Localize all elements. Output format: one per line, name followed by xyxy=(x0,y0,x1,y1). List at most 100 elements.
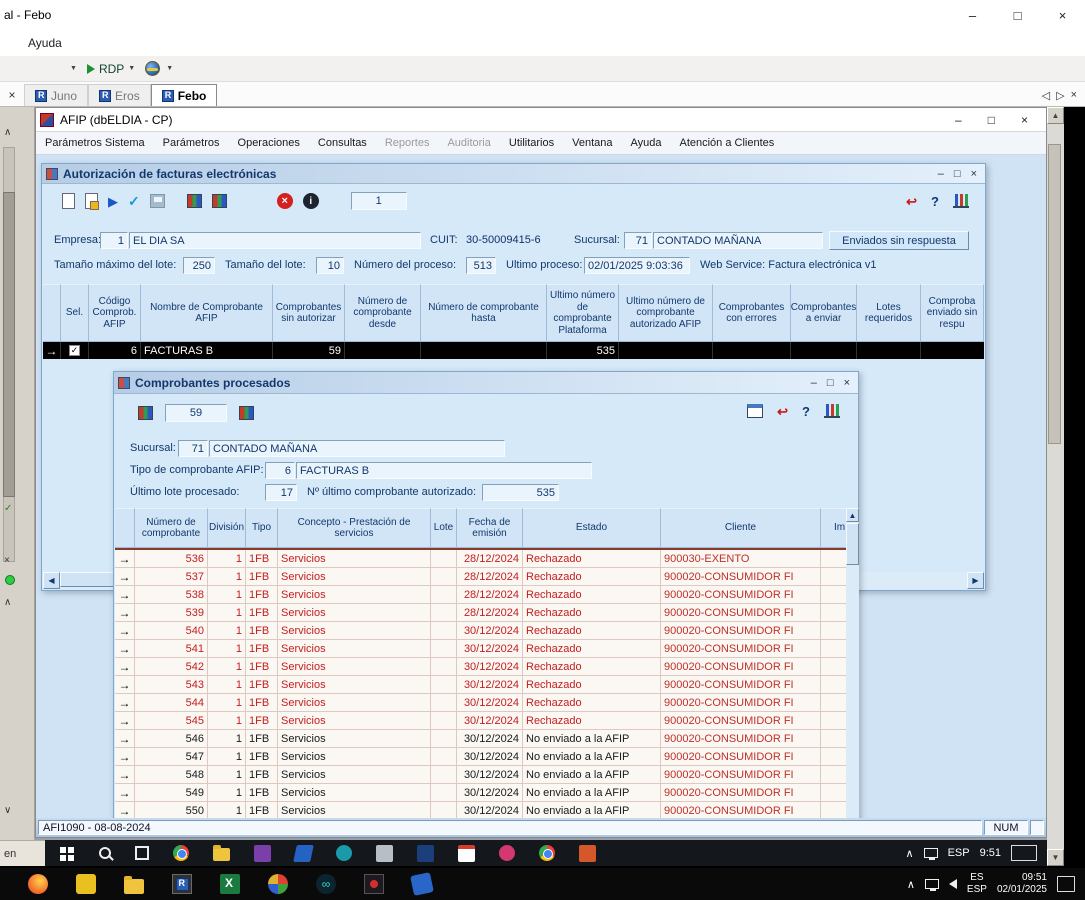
new-doc-icon[interactable] xyxy=(62,193,75,209)
table-row[interactable]: → 536 1 1FB Servicios 28/12/2024 Rechaza… xyxy=(115,550,859,568)
close-button[interactable]: × xyxy=(1040,0,1085,30)
rdp-client-icon-active[interactable] xyxy=(172,874,192,894)
network-icon[interactable] xyxy=(925,879,939,889)
info-icon[interactable]: i xyxy=(303,193,319,209)
sucursal-code-field[interactable]: 71 xyxy=(624,232,652,249)
scroll-down-button[interactable]: ▼ xyxy=(1047,849,1064,866)
close-panel-button[interactable]: × xyxy=(0,84,24,106)
afip-close-button[interactable]: × xyxy=(1021,113,1028,127)
lote-max-field[interactable]: 250 xyxy=(183,257,215,274)
table-row[interactable]: → 549 1 1FB Servicios 30/12/2024 No envi… xyxy=(115,784,859,802)
table-row[interactable]: → 540 1 1FB Servicios 30/12/2024 Rechaza… xyxy=(115,622,859,640)
properties-doc-icon[interactable] xyxy=(85,193,98,209)
run-icon[interactable]: ▶ xyxy=(108,195,118,208)
sucursal-name-field[interactable]: CONTADO MAÑANA xyxy=(653,232,823,249)
table-row[interactable]: → 548 1 1FB Servicios 30/12/2024 No envi… xyxy=(115,766,859,784)
menu-ventana[interactable]: Ventana xyxy=(563,137,621,149)
tipo-code-field[interactable]: 6 xyxy=(265,462,295,479)
ultimo-lote-field[interactable]: 17 xyxy=(265,484,297,501)
globe-caret-icon[interactable]: ▼ xyxy=(166,65,173,72)
left-scrollbar-thumb[interactable] xyxy=(3,192,15,497)
table-row[interactable]: → 546 1 1FB Servicios 30/12/2024 No envi… xyxy=(115,730,859,748)
excel-icon[interactable] xyxy=(220,874,240,894)
action-center-icon[interactable] xyxy=(1057,876,1075,892)
help-icon[interactable]: ? xyxy=(802,405,810,418)
child-maximize-button[interactable]: □ xyxy=(827,377,834,389)
remote-language-indicator[interactable]: ESP xyxy=(948,847,970,859)
page-counter-field[interactable]: 1 xyxy=(351,192,407,210)
app-navy-icon[interactable] xyxy=(417,845,434,862)
app-teal-icon[interactable] xyxy=(336,845,352,861)
tools-chart-icon[interactable] xyxy=(824,404,840,418)
dataset-icon[interactable] xyxy=(187,194,202,208)
tab-juno[interactable]: Juno xyxy=(24,84,88,106)
scroll-up-button[interactable]: ▲ xyxy=(846,508,859,522)
menu-parametros-sistema[interactable]: Parámetros Sistema xyxy=(36,137,154,149)
file-explorer-icon[interactable] xyxy=(213,848,230,861)
sucursal-name-field[interactable]: CONTADO MAÑANA xyxy=(209,440,505,457)
pen-app-icon[interactable] xyxy=(410,872,434,896)
menu-operaciones[interactable]: Operaciones xyxy=(229,137,309,149)
tools-chart-icon[interactable] xyxy=(953,194,969,208)
minimize-button[interactable]: – xyxy=(950,0,995,30)
scroll-right-button[interactable]: ▶ xyxy=(967,572,984,589)
exit-icon[interactable]: ↩ xyxy=(777,405,788,418)
table-row[interactable]: → 550 1 1FB Servicios 30/12/2024 No envi… xyxy=(115,802,859,818)
ultimo-comprobante-field[interactable]: 535 xyxy=(482,484,559,501)
search-icon[interactable] xyxy=(99,847,111,859)
table-row[interactable]: → 544 1 1FB Servicios 30/12/2024 Rechaza… xyxy=(115,694,859,712)
app-purple-icon[interactable] xyxy=(254,845,271,862)
exit-icon[interactable]: ↩ xyxy=(906,195,917,208)
task-view-icon[interactable] xyxy=(135,846,149,860)
table-row[interactable]: → 541 1 1FB Servicios 30/12/2024 Rechaza… xyxy=(115,640,859,658)
start-button-icon[interactable] xyxy=(58,845,75,862)
media-app-icon[interactable]: ∞ xyxy=(316,874,336,894)
remote-clock[interactable]: 9:51 xyxy=(980,847,1001,859)
tab-next-button[interactable]: ▷ xyxy=(1056,89,1064,102)
chevron-down-icon[interactable]: ∨ xyxy=(4,805,11,816)
confirm-icon[interactable]: ✓ xyxy=(128,194,140,208)
record-counter-field[interactable]: 59 xyxy=(165,404,227,422)
paint-icon[interactable] xyxy=(268,874,288,894)
tipo-name-field[interactable]: FACTURAS B xyxy=(296,462,592,479)
speaker-icon[interactable] xyxy=(949,879,957,889)
afip-minimize-button[interactable]: – xyxy=(955,113,962,127)
chevron-up-icon[interactable]: ∧ xyxy=(4,597,11,608)
enviados-sin-respuesta-button[interactable]: Enviados sin respuesta xyxy=(829,231,969,250)
app-blue-icon[interactable] xyxy=(293,845,314,862)
tab-close-button[interactable]: × xyxy=(1071,89,1077,102)
menu-consultas[interactable]: Consultas xyxy=(309,137,376,149)
selected-row[interactable]: → ✓ 6 FACTURAS B 59 535 xyxy=(43,342,984,359)
dropdown-caret-icon[interactable]: ▼ xyxy=(70,65,77,72)
app-gray-icon[interactable] xyxy=(376,845,393,862)
firefox-icon[interactable] xyxy=(28,874,48,894)
photos-app-icon[interactable] xyxy=(364,874,384,894)
scroll-up-button[interactable]: ▲ xyxy=(1047,107,1064,124)
afip-maximize-button[interactable]: □ xyxy=(988,113,995,127)
clock[interactable]: 09:51 02/01/2025 xyxy=(997,872,1047,896)
table-row[interactable]: → 538 1 1FB Servicios 28/12/2024 Rechaza… xyxy=(115,586,859,604)
chevron-up-icon[interactable]: ∧ xyxy=(906,847,914,860)
empresa-name-field[interactable]: EL DIA SA xyxy=(129,232,421,249)
scroll-left-button[interactable]: ◀ xyxy=(43,572,60,589)
file-explorer-icon[interactable] xyxy=(124,874,144,894)
menu-utilitarios[interactable]: Utilitarios xyxy=(500,137,563,149)
chevron-up-icon[interactable]: ∧ xyxy=(907,878,915,891)
tab-febo[interactable]: Febo xyxy=(151,84,218,106)
tab-eros[interactable]: Eros xyxy=(88,84,151,106)
table-row[interactable]: → 539 1 1FB Servicios 28/12/2024 Rechaza… xyxy=(115,604,859,622)
calendar-app-icon[interactable] xyxy=(458,845,475,862)
chrome-icon[interactable] xyxy=(173,845,189,861)
ultimo-proceso-field[interactable]: 02/01/2025 9:03:36 xyxy=(584,257,690,274)
rdp-button[interactable]: RDP ▼ xyxy=(83,60,139,78)
table-row[interactable]: → 537 1 1FB Servicios 28/12/2024 Rechaza… xyxy=(115,568,859,586)
child-close-button[interactable]: × xyxy=(844,377,850,389)
editor-app-icon[interactable] xyxy=(76,874,96,894)
close-icon[interactable]: × xyxy=(4,555,10,566)
network-icon[interactable] xyxy=(924,848,938,858)
child-maximize-button[interactable]: □ xyxy=(954,168,961,180)
app-orange-icon[interactable] xyxy=(579,845,596,862)
dataset-icon[interactable] xyxy=(239,406,254,420)
table-icon[interactable] xyxy=(747,404,763,418)
vscroll-track[interactable] xyxy=(1047,124,1064,849)
